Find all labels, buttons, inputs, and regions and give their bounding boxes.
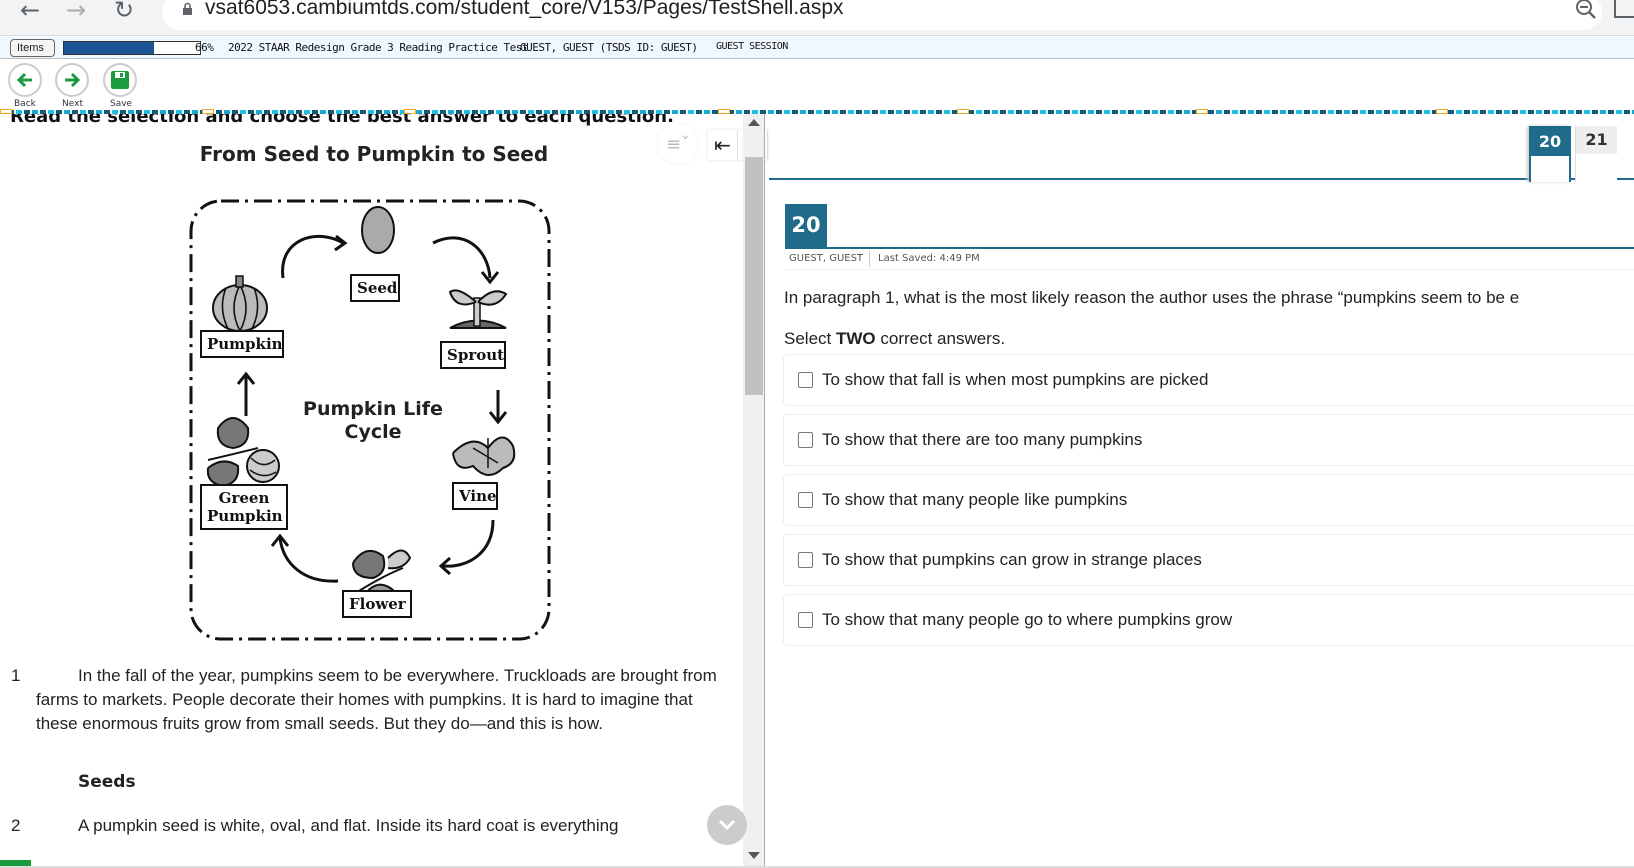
checkbox[interactable] <box>798 612 813 628</box>
student-name: GUEST, GUEST (TSDS ID: GUEST) <box>520 41 698 54</box>
question-meta: GUEST, GUEST Last Saved: 4:49 PM <box>785 251 988 267</box>
question-tab-21[interactable]: 21 <box>1575 126 1617 182</box>
paragraph-text: A pumpkin seed is white, oval, and flat.… <box>78 816 619 835</box>
cycle-arrow <box>281 234 344 279</box>
instruction-count: TWO <box>835 329 876 348</box>
items-label: Items <box>17 42 44 54</box>
stage-label-flower: Flower <box>342 590 412 618</box>
reload-icon[interactable]: ↻ <box>114 0 134 22</box>
green-pumpkin-line2: Pumpkin <box>207 507 283 525</box>
question-header-rule <box>785 247 1634 249</box>
back-button[interactable] <box>8 63 42 97</box>
context-menu-button[interactable]: ≡ˇ <box>658 124 698 164</box>
question-student: GUEST, GUEST <box>785 251 871 267</box>
extension-icon[interactable] <box>1614 0 1634 18</box>
test-name: 2022 STAAR Redesign Grade 3 Reading Prac… <box>228 41 529 54</box>
last-saved: Last Saved: 4:49 PM <box>878 253 980 264</box>
sprout-icon <box>448 289 508 329</box>
pumpkin-life-cycle-diagram: Seed Sprout Vine Flower Green Pumpkin Pu… <box>188 198 553 643</box>
next-button[interactable] <box>55 63 89 97</box>
next-arrow-icon <box>65 72 81 88</box>
section-heading: Seeds <box>78 772 136 792</box>
progress-fill <box>64 42 154 54</box>
paragraph-number: 2 <box>11 816 21 835</box>
test-toolbar: Back Next Save <box>0 60 1634 112</box>
seed-icon <box>361 206 395 254</box>
paragraph-text: In the fall of the year, pumpkins seem t… <box>36 666 717 733</box>
collapse-left-button[interactable]: ⇤ <box>708 130 738 160</box>
test-header-bar: Items ⇕ 66% 2022 STAAR Redesign Grade 3 … <box>0 37 1634 69</box>
green-pumpkin-icon <box>206 417 280 488</box>
checkbox[interactable] <box>798 372 813 388</box>
arrow-left-bar-icon: ⇤ <box>714 133 731 157</box>
stage-label-seed: Seed <box>350 274 400 302</box>
scroll-up-arrow-icon[interactable] <box>748 119 760 126</box>
tab-label: 20 <box>1531 128 1569 156</box>
option-text: To show that many people go to where pum… <box>822 610 1233 629</box>
browser-toolbar: ← → ↻ vsat6053.cambiumtds.com/student_co… <box>0 0 1634 36</box>
forward-arrow-icon[interactable]: → <box>66 0 86 22</box>
items-dropdown[interactable]: Items ⇕ <box>10 39 55 69</box>
answer-option[interactable]: To show that pumpkins can grow in strang… <box>783 534 1634 586</box>
vine-icon <box>452 436 516 476</box>
answer-option[interactable]: To show that there are too many pumpkins <box>783 414 1634 466</box>
back-arrow-icon <box>16 72 32 88</box>
option-text: To show that pumpkins can grow in strang… <box>822 550 1202 569</box>
option-text: To show that there are too many pumpkins <box>822 430 1143 449</box>
cycle-arrow <box>236 371 256 416</box>
back-arrow-icon[interactable]: ← <box>20 0 40 22</box>
passage-panel: Read the selection and choose the best a… <box>0 114 748 868</box>
cycle-arrow <box>488 390 508 425</box>
answer-option[interactable]: To show that many people like pumpkins <box>783 474 1634 526</box>
scroll-down-arrow-icon[interactable] <box>748 852 760 859</box>
stage-label-sprout: Sprout <box>440 341 506 369</box>
question-number: 20 <box>785 204 827 247</box>
url-text[interactable]: vsat6053.cambiumtds.com/student_core/V15… <box>205 0 844 20</box>
tab-underline <box>769 178 1634 180</box>
cycle-arrow <box>278 537 339 583</box>
cycle-arrow <box>432 236 492 279</box>
progress-label: 66% <box>195 41 214 54</box>
diagram-center-title: Pumpkin Life Cycle <box>298 398 448 444</box>
diagram-title-line1: Pumpkin Life <box>303 398 443 420</box>
answer-option[interactable]: To show that fall is when most pumpkins … <box>783 354 1634 406</box>
answer-instruction: Select TWO correct answers. <box>784 329 1005 349</box>
meta-rule <box>785 269 1634 270</box>
instruction-prefix: Select <box>784 329 836 348</box>
zoom-out-icon[interactable] <box>1575 0 1597 20</box>
checkbox[interactable] <box>798 432 813 448</box>
chevron-down-icon <box>718 819 736 831</box>
option-text: To show that fall is when most pumpkins … <box>822 370 1209 389</box>
scroll-down-button[interactable] <box>707 805 747 845</box>
passage-scrollbar[interactable] <box>743 114 765 868</box>
passage-title: From Seed to Pumpkin to Seed <box>199 142 549 166</box>
save-label: Save <box>110 99 133 109</box>
next-label: Next <box>62 99 83 109</box>
pumpkin-icon <box>212 275 268 332</box>
session-label: GUEST SESSION <box>716 41 788 52</box>
back-label: Back <box>14 99 36 109</box>
checkbox[interactable] <box>798 492 813 508</box>
save-disk-icon <box>111 71 129 89</box>
menu-lines-icon: ≡ˇ <box>665 133 691 155</box>
stage-label-green-pumpkin: Green Pumpkin <box>200 484 288 530</box>
green-pumpkin-line1: Green <box>218 489 270 507</box>
lock-icon <box>183 2 192 15</box>
instruction-suffix: correct answers. <box>875 329 1006 348</box>
paragraph-number: 1 <box>11 666 21 685</box>
answer-option[interactable]: To show that many people go to where pum… <box>783 594 1634 646</box>
question-tab-20[interactable]: 20 <box>1529 126 1571 182</box>
question-stem: In paragraph 1, what is the most likely … <box>784 288 1520 307</box>
option-text: To show that many people like pumpkins <box>822 490 1128 509</box>
save-button[interactable] <box>103 63 137 97</box>
stage-label-vine: Vine <box>452 482 498 510</box>
scrollbar-thumb[interactable] <box>745 157 763 395</box>
tab-label: 21 <box>1576 126 1617 154</box>
progress-bar <box>63 41 201 55</box>
stage-label-pumpkin: Pumpkin <box>200 330 284 358</box>
diagram-title-line2: Cycle <box>344 421 402 443</box>
checkbox[interactable] <box>798 552 813 568</box>
question-panel: 20 21 20 GUEST, GUEST Last Saved: 4:49 PM… <box>769 114 1634 868</box>
passage-instructions: Read the selection and choose the best a… <box>10 114 674 127</box>
